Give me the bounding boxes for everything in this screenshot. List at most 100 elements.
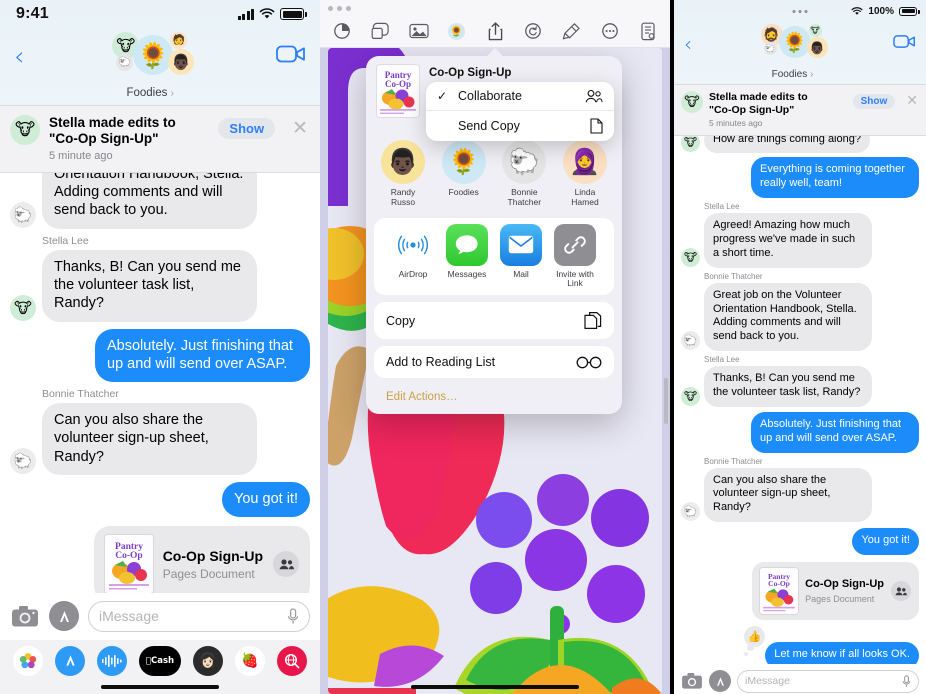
- svg-text:Co-Op: Co-Op: [385, 79, 411, 89]
- edit-actions-button[interactable]: Edit Actions…: [366, 385, 622, 414]
- message-bubble[interactable]: Let me know if all looks OK.: [765, 642, 924, 664]
- group-avatar-cluster[interactable]: 🐮 🐑 🌻 🧑 👨🏿: [98, 32, 202, 86]
- message-bubble[interactable]: Orientation Handbook, Stella. Adding com…: [37, 172, 257, 229]
- contact-randy-russo[interactable]: 👨🏿 Randy Russo: [378, 140, 428, 208]
- contact-name: Randy Russo: [390, 187, 416, 207]
- pages-canvas[interactable]: Pantry Co-Op Co-Op Sign-Up ✓ Collaborate…: [320, 48, 670, 694]
- back-chevron-icon[interactable]: ‹: [684, 34, 692, 54]
- people-icon: [585, 89, 603, 102]
- group-avatar-cluster[interactable]: 🧔 🐑 🌻 🐮 👨🏿: [751, 24, 835, 68]
- message-row: 🐑 Can you also share the volunteer sign-…: [0, 403, 320, 475]
- video-camera-icon[interactable]: [276, 44, 306, 64]
- sheep-memoji: 🐑: [10, 201, 36, 228]
- imessage-input[interactable]: iMessage: [737, 669, 919, 693]
- camera-icon[interactable]: [681, 670, 703, 692]
- app-store-icon[interactable]: [49, 601, 79, 632]
- sheep-memoji: 🐑: [681, 502, 700, 522]
- right-collab-banner[interactable]: 🐮 Stella made edits to "Co-Op Sign-Up" 5…: [674, 85, 926, 136]
- apple-cash-app-icon[interactable]: Cash: [139, 645, 181, 676]
- cellular-bars-icon: [237, 8, 254, 20]
- message-bubble[interactable]: You got it!: [852, 528, 924, 556]
- right-composer: iMessage: [674, 663, 926, 694]
- left-message-thread[interactable]: 🐑 Orientation Handbook, Stella. Adding c…: [0, 172, 320, 593]
- right-nav-bar: ‹ 🧔 🐑 🌻 🐮 👨🏿 Foodies ›: [674, 22, 926, 85]
- message-row: 🐮 Agreed! Amazing how much progress we'v…: [674, 213, 926, 268]
- format-brush-icon[interactable]: [558, 18, 586, 44]
- message-bubble[interactable]: Thanks, B! Can you send me the volunteer…: [37, 249, 257, 322]
- stickers-app-icon[interactable]: 🍓: [235, 645, 265, 676]
- share-doc-title: Co-Op Sign-Up: [429, 67, 512, 79]
- left-app-dock[interactable]: Cash 👩🏻 🍓: [0, 639, 320, 680]
- show-button[interactable]: Show: [852, 94, 896, 109]
- message-bubble[interactable]: How are things coming along?: [704, 135, 870, 154]
- microphone-icon[interactable]: [902, 674, 911, 688]
- share-icon[interactable]: [481, 18, 509, 44]
- insert-shape-icon[interactable]: [366, 18, 394, 44]
- close-icon[interactable]: ✕: [906, 94, 918, 108]
- canvas-scrollbar[interactable]: [664, 378, 668, 424]
- message-bubble[interactable]: Everything is coming together really wel…: [751, 157, 924, 199]
- group-header[interactable]: 🐮 🐑 🌻 🧑 👨🏿 Foodies ›: [24, 32, 276, 99]
- message-row: 🐮 How are things coming along?: [674, 135, 926, 154]
- contact-bonnie-thatcher[interactable]: 🐑 Bonnie Thatcher: [499, 140, 549, 208]
- imessage-input[interactable]: iMessage: [88, 600, 310, 632]
- share-app-invite-with-link[interactable]: Invite with Link: [548, 223, 602, 290]
- people-icon: [891, 581, 911, 602]
- document-thumbnail: Pantry Co-Op: [377, 65, 419, 117]
- thumbs-up-icon[interactable]: 👍: [744, 626, 765, 657]
- message-sender: Stella Lee: [42, 234, 89, 247]
- menu-item-collaborate[interactable]: ✓ Collaborate: [426, 82, 614, 110]
- app-store-icon[interactable]: [709, 670, 731, 693]
- contact-linda-hamed[interactable]: 🧕 Linda Hamed: [560, 140, 610, 208]
- microphone-icon[interactable]: [287, 608, 299, 625]
- message-bubble[interactable]: Can you also share the volunteer sign-up…: [37, 403, 257, 475]
- banner-timestamp: 5 minute ago: [49, 149, 113, 162]
- message-bubble[interactable]: Great job on the Volunteer Orientation H…: [699, 282, 872, 352]
- collaborator-avatar[interactable]: 🌻: [443, 18, 471, 44]
- show-button[interactable]: Show: [218, 118, 276, 139]
- view-options-icon[interactable]: [328, 18, 356, 44]
- images-search-app-icon[interactable]: [277, 645, 307, 676]
- message-bubble[interactable]: Can you also share the volunteer sign-up…: [699, 467, 872, 523]
- banner-title-line2: "Co-Op Sign-Up": [709, 103, 795, 116]
- message-row: 🐮 Thanks, B! Can you send me the volunte…: [674, 366, 926, 407]
- cow-memoji: 🐮: [681, 247, 700, 267]
- share-apps-row[interactable]: AirDrop Messages Mail Invite with Link: [374, 217, 614, 296]
- music-app-icon[interactable]: [97, 645, 127, 676]
- message-bubble[interactable]: Absolutely. Just finishing that up and w…: [751, 411, 924, 453]
- banner-title-line1: Stella made edits to: [49, 115, 176, 130]
- right-message-thread[interactable]: 🐮 How are things coming along? Everythin…: [674, 135, 926, 664]
- share-sheet[interactable]: Pantry Co-Op Co-Op Sign-Up ✓ Collaborate…: [366, 48, 622, 415]
- document-attachment-card[interactable]: Pantry Co-Op Co-Op Sign-Up Pages Documen…: [752, 562, 919, 621]
- collaborate-popup-menu[interactable]: ✓ Collaborate Send Copy: [426, 82, 614, 141]
- share-app-messages[interactable]: Messages: [440, 223, 494, 290]
- contact-foodies[interactable]: 🌻 Foodies: [439, 140, 489, 208]
- action-copy[interactable]: Copy: [374, 302, 614, 340]
- message-bubble[interactable]: Absolutely. Just finishing that up and w…: [95, 328, 315, 383]
- share-app-mail[interactable]: Mail: [494, 223, 548, 290]
- camera-icon[interactable]: [10, 601, 40, 631]
- message-bubble[interactable]: Thanks, B! Can you send me the volunteer…: [699, 366, 872, 407]
- message-bubble[interactable]: Agreed! Amazing how much progress we've …: [699, 213, 872, 268]
- checkmark-icon: ✓: [437, 89, 448, 103]
- more-options-icon[interactable]: [596, 18, 624, 44]
- message-bubble[interactable]: You got it!: [222, 481, 315, 518]
- insert-media-icon[interactable]: [405, 18, 433, 44]
- close-icon[interactable]: ✕: [292, 119, 308, 138]
- memoji-app-icon[interactable]: 👩🏻: [193, 645, 223, 676]
- svg-text:Co-Op: Co-Op: [115, 551, 142, 561]
- message-sender: Bonnie Thatcher: [704, 271, 763, 281]
- left-collab-banner[interactable]: 🐮 Stella made edits to "Co-Op Sign-Up" 5…: [0, 106, 320, 173]
- menu-item-label: Collaborate: [458, 89, 522, 103]
- group-header[interactable]: 🧔 🐑 🌻 🐮 👨🏿 Foodies ›: [692, 24, 893, 80]
- video-camera-icon[interactable]: [893, 34, 916, 49]
- app-store-app-icon[interactable]: [55, 645, 85, 676]
- document-options-icon[interactable]: [634, 18, 662, 44]
- menu-item-send-copy[interactable]: Send Copy: [426, 110, 614, 141]
- share-app-airdrop[interactable]: AirDrop: [386, 223, 440, 290]
- action-add-to-reading-list[interactable]: Add to Reading List: [374, 346, 614, 379]
- photos-app-icon[interactable]: [13, 645, 43, 676]
- back-chevron-icon[interactable]: ‹: [14, 44, 24, 70]
- undo-icon[interactable]: [519, 18, 547, 44]
- document-attachment-card[interactable]: Pantry Co-Op Co-Op Sign-Up Pages Documen…: [93, 526, 310, 593]
